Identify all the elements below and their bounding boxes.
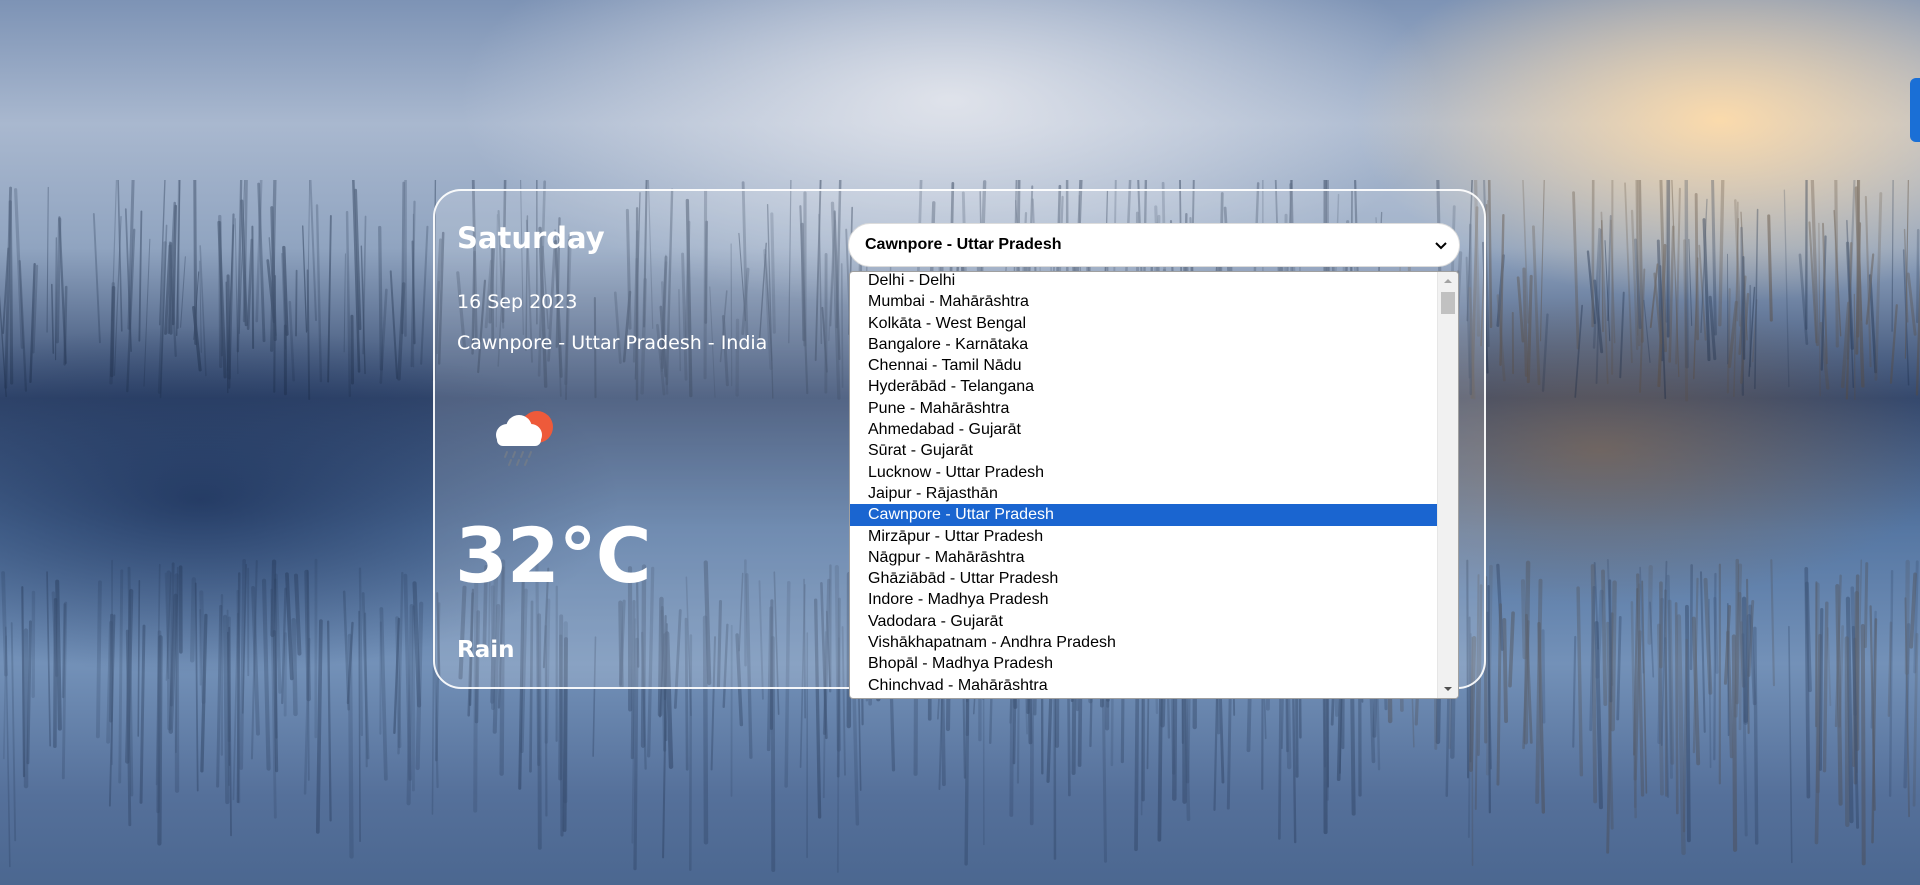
scroll-up-arrow-icon[interactable] — [1443, 276, 1453, 286]
weather-condition: Rain — [457, 637, 515, 663]
scrollbar-thumb[interactable] — [1441, 292, 1455, 314]
city-option[interactable]: Nāgpur - Mahārāshtra — [850, 547, 1438, 568]
date-label: 16 Sep 2023 — [457, 291, 578, 313]
city-select-value: Cawnpore - Uttar Pradesh — [865, 236, 1062, 253]
city-option[interactable]: Lucknow - Uttar Pradesh — [850, 462, 1438, 483]
city-dropdown-list[interactable]: Delhi - Delhi Mumbai - Mahārāshtra Kolkāta… — [849, 271, 1459, 699]
chevron-down-icon — [1435, 242, 1447, 250]
city-option[interactable]: Kolkāta - West Bengal — [850, 313, 1438, 334]
city-option[interactable]: Bhopāl - Madhya Pradesh — [850, 653, 1438, 674]
city-option[interactable]: Chinchvad - Mahārāshtra — [850, 675, 1438, 696]
city-options: Delhi - Delhi Mumbai - Mahārāshtra Kolkāta… — [850, 272, 1438, 696]
city-select[interactable]: Cawnpore - Uttar Pradesh — [848, 223, 1460, 267]
cloud-sun-rain-icon — [496, 411, 553, 466]
city-option[interactable]: Indore - Madhya Pradesh — [850, 589, 1438, 610]
scroll-down-arrow-icon[interactable] — [1443, 684, 1453, 694]
city-option[interactable]: Sūrat - Gujarāt — [850, 440, 1438, 461]
dropdown-scrollbar[interactable] — [1437, 272, 1458, 698]
city-option[interactable]: Vadodara - Gujarāt — [850, 611, 1438, 632]
city-option[interactable]: Ahmedabad - Gujarāt — [850, 419, 1438, 440]
side-tab-button[interactable] — [1910, 78, 1920, 142]
city-option[interactable]: Chennai - Tamil Nādu — [850, 355, 1438, 376]
city-option[interactable]: Mirzāpur - Uttar Pradesh — [850, 526, 1438, 547]
city-option[interactable]: Vishākhapatnam - Andhra Pradesh — [850, 632, 1438, 653]
city-option[interactable]: Delhi - Delhi — [850, 272, 1438, 291]
city-option[interactable]: Pune - Mahārāshtra — [850, 398, 1438, 419]
city-option[interactable]: Mumbai - Mahārāshtra — [850, 291, 1438, 312]
city-option[interactable]: Cawnpore - Uttar Pradesh — [850, 504, 1438, 526]
day-label: Saturday — [457, 221, 605, 255]
location-label: Cawnpore - Uttar Pradesh - India — [457, 332, 768, 354]
city-option[interactable]: Jaipur - Rājasthān — [850, 483, 1438, 504]
temperature-value: 32°C — [455, 511, 652, 600]
city-option[interactable]: Ghāziābād - Uttar Pradesh — [850, 568, 1438, 589]
city-option[interactable]: Hyderābād - Telangana — [850, 376, 1438, 397]
city-option[interactable]: Bangalore - Karnātaka — [850, 334, 1438, 355]
